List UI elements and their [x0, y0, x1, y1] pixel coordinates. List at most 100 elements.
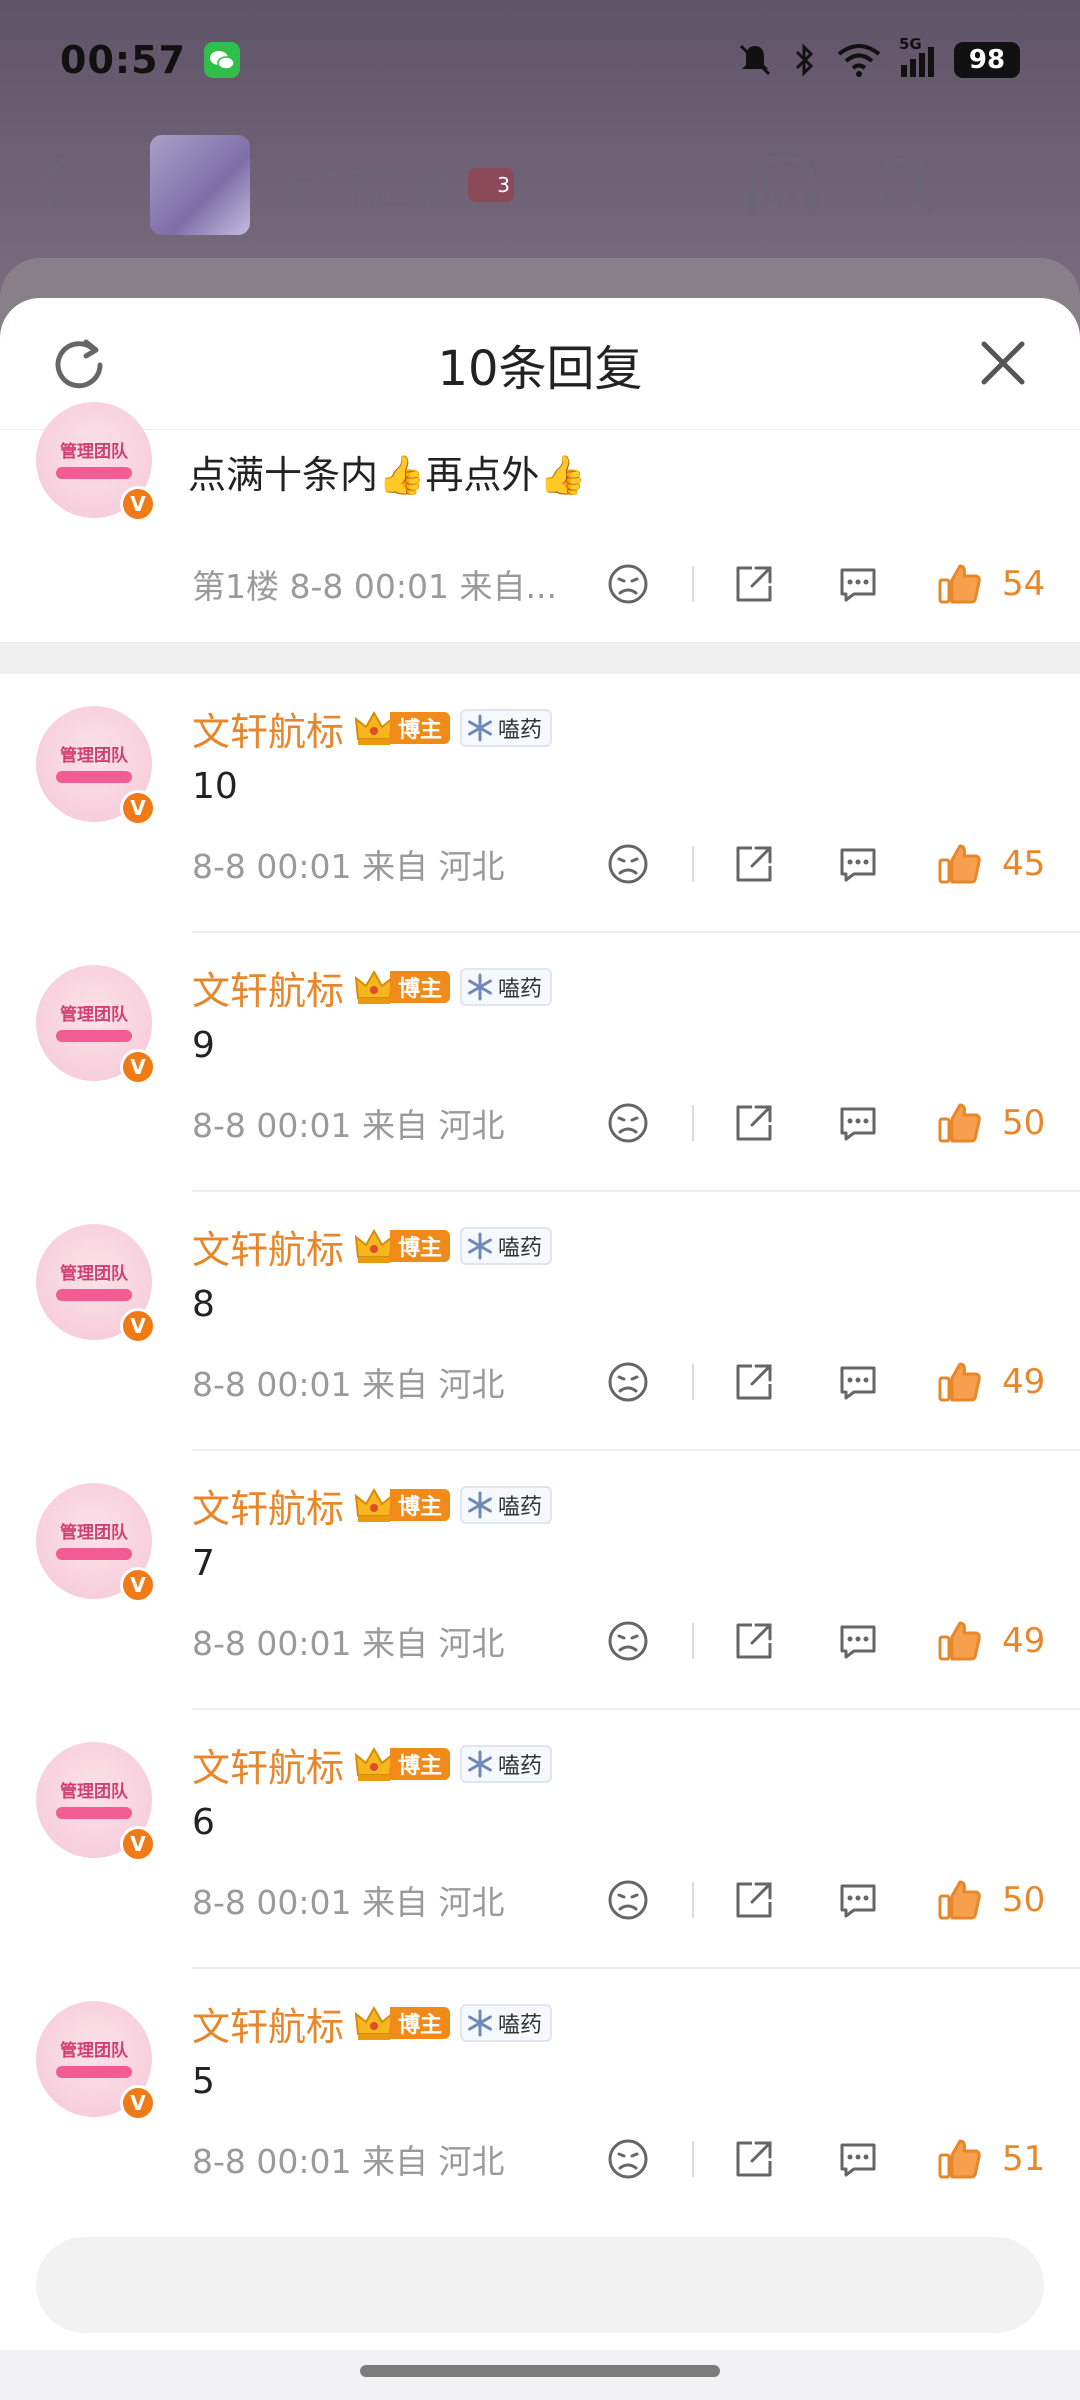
- topic-avatar[interactable]: [150, 135, 250, 235]
- like-icon[interactable]: [936, 840, 984, 888]
- share-icon[interactable]: [732, 2137, 776, 2181]
- back-button[interactable]: [30, 155, 90, 215]
- avatar-label: 管理团队: [60, 1005, 128, 1025]
- snowflake-icon: [468, 714, 492, 742]
- avatar-label: 管理团队: [60, 1523, 128, 1543]
- battery-level: 98: [954, 42, 1020, 78]
- reply-author-name[interactable]: 文轩航标: [192, 960, 344, 1015]
- host-label: 博主: [390, 2007, 451, 2039]
- avatar[interactable]: 管理团队 V: [36, 965, 156, 1085]
- like-icon[interactable]: [936, 1358, 984, 1406]
- reply-text: 5: [192, 2061, 215, 2102]
- avatar-bar: [56, 2066, 132, 2078]
- share-icon[interactable]: [732, 842, 776, 886]
- like-icon[interactable]: [936, 560, 984, 608]
- reply-item[interactable]: 管理团队 V 文轩航标 博主 嗑药 10 8-8 00:01 来自 河北 45: [0, 674, 1080, 933]
- avatar[interactable]: 管理团队 V: [36, 706, 156, 826]
- avatar[interactable]: 管理团队 V: [36, 1224, 156, 1344]
- status-bar: 00:57 5G 98: [0, 0, 1080, 120]
- reply-item[interactable]: 管理团队 V 文轩航标 博主 嗑药 5 8-8 00:01 来自 河北 51: [0, 1969, 1080, 2228]
- host-label: 博主: [390, 1230, 451, 1262]
- share-icon[interactable]: [732, 1878, 776, 1922]
- reply-item[interactable]: 管理团队 V 文轩航标 博主 嗑药 9 8-8 00:01 来自 河北 50: [0, 933, 1080, 1192]
- close-icon[interactable]: [976, 336, 1030, 390]
- reply-meta-row: 8-8 00:01 来自 河北 45: [192, 834, 1080, 894]
- reply-item[interactable]: 管理团队 V 文轩航标 博主 嗑药 6 8-8 00:01 来自 河北 50: [0, 1710, 1080, 1969]
- comment-icon[interactable]: [836, 562, 880, 606]
- signal-icon: 5G: [899, 35, 934, 77]
- bluetooth-icon: [795, 43, 814, 77]
- share-icon[interactable]: [732, 1360, 776, 1404]
- reply-author-name[interactable]: 文轩航标: [192, 1996, 344, 2051]
- reply-author-name[interactable]: 文轩航标: [192, 1478, 344, 1533]
- like-icon[interactable]: [936, 1876, 984, 1924]
- avatar-bar: [56, 1548, 132, 1560]
- dislike-icon[interactable]: [606, 842, 650, 886]
- comment-icon[interactable]: [836, 1878, 880, 1922]
- listen-label: 听: [764, 175, 801, 216]
- like-icon[interactable]: [936, 1617, 984, 1665]
- dislike-icon[interactable]: [606, 1101, 650, 1145]
- reply-meta: 8-8 00:01 来自 河北: [192, 1624, 505, 1663]
- topic-level-badge: 3: [468, 168, 514, 202]
- verified-badge: V: [120, 1308, 156, 1344]
- share-icon[interactable]: [732, 562, 776, 606]
- fan-label: 嗑药: [498, 718, 543, 743]
- dislike-icon[interactable]: [606, 2137, 650, 2181]
- pinned-comment[interactable]: 管理团队 V 点满十条内👍再点外👍 第1楼 8-8 00:01 来自... 54: [0, 402, 1080, 642]
- comment-icon[interactable]: [836, 842, 880, 886]
- more-icon[interactable]: [986, 175, 1050, 195]
- dislike-icon[interactable]: [606, 1878, 650, 1922]
- share-icon[interactable]: [732, 1619, 776, 1663]
- listen-button[interactable]: 听: [742, 150, 822, 220]
- avatar[interactable]: 管理团队 V: [36, 1483, 156, 1603]
- search-icon[interactable]: [872, 153, 936, 217]
- reply-input[interactable]: [36, 2237, 1044, 2333]
- fan-badge: 嗑药: [460, 1745, 553, 1783]
- snowflake-icon: [468, 1491, 492, 1519]
- reply-meta: 8-8 00:01 来自 河北: [192, 1365, 505, 1404]
- like-icon[interactable]: [936, 1099, 984, 1147]
- reply-author-name[interactable]: 文轩航标: [192, 1219, 344, 1274]
- fan-label: 嗑药: [498, 977, 543, 1002]
- host-badge: 博主: [354, 1486, 451, 1524]
- reply-item[interactable]: 管理团队 V 文轩航标 博主 嗑药 7 8-8 00:01 来自 河北 49: [0, 1451, 1080, 1710]
- crown-icon: [354, 1487, 394, 1522]
- avatar-bar: [56, 771, 132, 783]
- reply-meta-row: 8-8 00:01 来自 河北 50: [192, 1870, 1080, 1930]
- dislike-icon[interactable]: [606, 1619, 650, 1663]
- comment-icon[interactable]: [836, 1619, 880, 1663]
- dislike-icon[interactable]: [606, 1360, 650, 1404]
- dislike-icon[interactable]: [606, 562, 650, 606]
- like-count: 49: [1002, 1362, 1046, 1402]
- comment-icon[interactable]: [836, 1360, 880, 1404]
- meta-separator: [692, 1364, 694, 1400]
- reply-header: 文轩航标 博主 嗑药: [192, 960, 553, 1015]
- comment-icon[interactable]: [836, 1101, 880, 1145]
- avatar-bar: [56, 1030, 132, 1042]
- topic-title[interactable]: 文轩超话: [280, 153, 456, 217]
- avatar[interactable]: 管理团队 V: [36, 402, 156, 522]
- like-icon[interactable]: [936, 2135, 984, 2183]
- refresh-icon[interactable]: [50, 336, 108, 394]
- reply-meta: 8-8 00:01 来自 河北: [192, 1883, 505, 1922]
- comment-icon[interactable]: [836, 2137, 880, 2181]
- avatar[interactable]: 管理团队 V: [36, 1742, 156, 1862]
- meta-separator: [692, 566, 694, 602]
- avatar[interactable]: 管理团队 V: [36, 2001, 156, 2121]
- reply-item[interactable]: 管理团队 V 文轩航标 博主 嗑药 8 8-8 00:01 来自 河北 49: [0, 1192, 1080, 1451]
- fan-badge: 嗑药: [460, 1227, 553, 1265]
- crown-icon: [354, 969, 394, 1004]
- share-icon[interactable]: [732, 1101, 776, 1145]
- back-icon: [37, 158, 65, 212]
- reply-header: 文轩航标 博主 嗑药: [192, 701, 553, 756]
- host-badge: 博主: [354, 968, 451, 1006]
- avatar-bar: [56, 1289, 132, 1301]
- reply-author-name[interactable]: 文轩航标: [192, 1737, 344, 1792]
- pinned-comment-text: 点满十条内👍再点外👍: [188, 453, 587, 497]
- reply-author-name[interactable]: 文轩航标: [192, 701, 344, 756]
- meta-separator: [692, 846, 694, 882]
- avatar-bar: [56, 1807, 132, 1819]
- avatar-label: 管理团队: [60, 442, 128, 462]
- reply-header: 文轩航标 博主 嗑药: [192, 1737, 553, 1792]
